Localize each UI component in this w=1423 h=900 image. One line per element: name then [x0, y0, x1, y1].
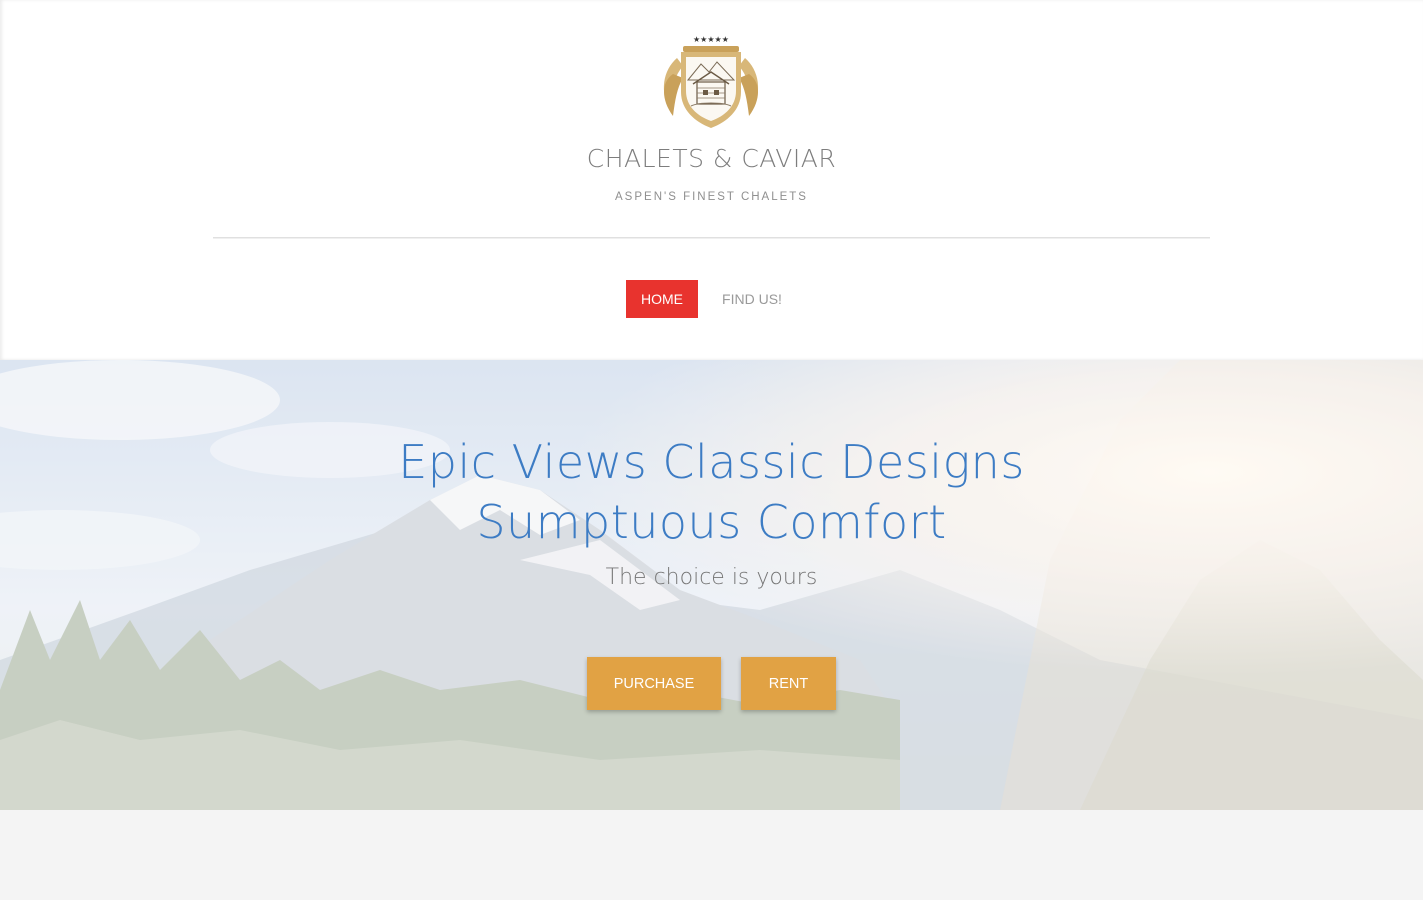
- hero-headline: Epic Views Classic Designs Sumptuous Com…: [398, 435, 1025, 549]
- header-divider: [213, 237, 1210, 239]
- crest-logo-icon[interactable]: ★★★★★: [655, 30, 767, 132]
- site-tagline: ASPEN'S FINEST CHALETS: [615, 191, 808, 203]
- page-content-area: [0, 810, 1423, 900]
- purchase-button[interactable]: PURCHASE: [587, 657, 721, 710]
- nav-find-us-link[interactable]: FIND US!: [711, 280, 793, 318]
- svg-text:★★★★★: ★★★★★: [693, 35, 729, 44]
- hero-banner: Epic Views Classic Designs Sumptuous Com…: [0, 360, 1423, 810]
- site-header: ★★★★★ CHALETS & CAVIAR ASPEN'S FINEST CH…: [0, 0, 1423, 360]
- hero-subtitle: The choice is yours: [605, 565, 818, 590]
- rent-button[interactable]: RENT: [741, 657, 836, 710]
- site-title[interactable]: CHALETS & CAVIAR: [0, 144, 1423, 173]
- nav-home-link[interactable]: HOME: [626, 280, 698, 318]
